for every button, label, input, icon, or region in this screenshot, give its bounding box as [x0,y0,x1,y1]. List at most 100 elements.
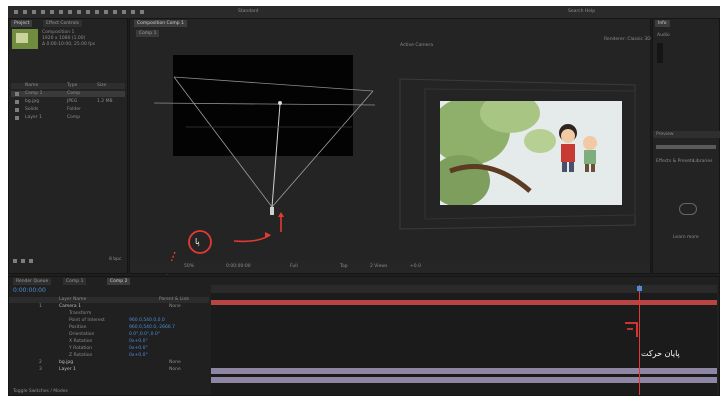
zoom-icon[interactable] [41,10,45,14]
project-item-name: bg.jpg [25,99,40,104]
comp-footer: 50% 0:00:00:00 Full Top 2 Views +0.0 [130,261,650,273]
annotation-arrow-up-head [278,212,284,217]
zoom-level[interactable]: 50% [184,264,194,270]
toggle-switches[interactable]: Toggle Switches / Modes [13,389,68,395]
project-item[interactable]: Solids Folder [11,107,125,113]
view-3d-left[interactable]: Top [340,264,348,270]
roto-icon[interactable] [131,10,135,14]
audio-meter [657,43,663,63]
project-item-size: 1.2 MB [97,99,113,104]
layer-number: 1 [39,304,42,309]
selection-icon[interactable] [23,10,27,14]
rotate-icon[interactable] [50,10,54,14]
camera-icon[interactable] [270,207,274,215]
property-value[interactable]: 0x+0.0° [129,339,148,345]
preview-label[interactable]: Preview [656,132,674,138]
kid-face [583,136,597,150]
layer-parent[interactable]: None [169,304,181,310]
creative-cloud-icon [679,203,697,215]
brush-icon[interactable] [104,10,108,14]
tab-effect-controls[interactable]: Effect Controls [43,20,82,27]
libraries-label[interactable]: Libraries [693,159,712,165]
tab-render-queue[interactable]: Render Queue [13,278,52,285]
comp-timecode[interactable]: 0:00:00:00 [226,264,251,270]
exposure-offset[interactable]: +0.0 [410,264,421,270]
kid-shirt [584,150,596,164]
property-row[interactable]: Orientation 0.0°,0.0°,0.0° [9,332,209,338]
dolly-camera-icon[interactable] [77,10,81,14]
table-row[interactable]: 1 Camera 1 None [9,304,209,310]
property-value[interactable]: 0x+0.0° [129,353,148,359]
project-item[interactable]: Comp 1 Comp [11,91,125,97]
project-item-type: JPEG [67,99,78,104]
kid-leg-right [591,164,595,172]
layer-name[interactable]: Camera 1 [59,304,81,310]
property-label: Position [69,325,87,330]
eraser-icon[interactable] [122,10,126,14]
home-icon[interactable] [14,10,18,14]
col-name[interactable]: Name [25,83,38,89]
annotation-circle [188,230,212,254]
property-value[interactable]: 960.0,540.0,0.0 [129,318,165,324]
preview-controls[interactable] [656,145,716,149]
quality[interactable]: Full [290,264,298,270]
pan-camera-icon[interactable] [68,10,72,14]
project-thumbnail [12,29,38,49]
bpc-label[interactable]: 8 bpc [109,257,121,263]
audio-label: Audio [657,33,670,38]
puppet-icon[interactable] [140,10,144,14]
table-row[interactable]: 3 Layer 1 None [9,367,209,373]
col-size[interactable]: Size [97,83,106,89]
file-icon [15,92,19,96]
foliage-4 [524,129,556,153]
trash-icon[interactable] [29,259,33,263]
boy-leg-right [569,162,574,172]
file-icon [15,116,19,120]
tab-info[interactable]: Info [655,20,670,27]
new-folder-icon[interactable] [13,259,17,263]
property-value[interactable]: 0x+0.0° [129,346,148,352]
col-parent[interactable]: Parent & Link [159,297,189,303]
table-row[interactable]: 2 bg.jpg None [9,360,209,366]
view-layout[interactable]: 2 Views [370,264,387,270]
cc-learn-more[interactable]: Learn more [673,235,699,241]
property-label: Z Rotation [69,353,93,358]
hand-icon[interactable] [32,10,36,14]
property-value[interactable]: 0.0°,0.0°,0.0° [129,332,160,338]
search-help[interactable]: Search Help [568,9,595,15]
project-item[interactable]: bg.jpg JPEG 1.2 MB [11,99,125,105]
end-marker-shape [625,322,638,337]
type-icon[interactable] [95,10,99,14]
property-row[interactable]: Transform [9,311,209,317]
col-type[interactable]: Type [67,83,77,89]
property-row[interactable]: X Rotation 0x+0.0° [9,339,209,345]
layer-name[interactable]: Layer 1 [59,367,76,373]
timeline-panel: Render Queue Comp 1 Comp 2 0:00:00:00 La… [8,276,720,396]
property-value[interactable]: 960.0,540.0,-2666.7 [129,325,175,331]
pen-icon[interactable] [86,10,90,14]
kid-leg-left [585,164,589,172]
effects-presets-label[interactable]: Effects & Presets [656,159,694,165]
clone-icon[interactable] [113,10,117,14]
orbit-camera-icon[interactable] [59,10,63,14]
property-row[interactable]: Point of Interest 960.0,540.0,0.0 [9,318,209,324]
project-columns: Name Type Size [11,83,125,89]
point-of-interest[interactable] [278,101,282,105]
property-row[interactable]: Position 960.0,540.0,-2666.7 [9,325,209,331]
property-label: Point of Interest [69,318,105,323]
timeline-graph[interactable]: پایان حرکت [211,285,717,395]
layer-parent[interactable]: None [169,360,181,366]
layer-parent[interactable]: None [169,367,181,373]
property-row[interactable]: Y Rotation 0x+0.0° [9,346,209,352]
project-item[interactable]: Layer 1 Comp [11,115,125,121]
tab-project[interactable]: Project [11,20,33,27]
tab-timeline-comp-2[interactable]: Comp 2 [107,278,131,285]
new-comp-icon[interactable] [21,259,25,263]
timeline-timecode[interactable]: 0:00:00:00 [13,288,46,294]
col-layer-name[interactable]: Layer Name [59,297,86,303]
tab-timeline-comp-1[interactable]: Comp 1 [63,278,87,285]
layer-name[interactable]: bg.jpg [59,360,73,366]
workspace-label[interactable]: Standard [238,9,258,15]
toolbar: Standard Search Help [8,6,720,18]
property-row[interactable]: Z Rotation 0x+0.0° [9,353,209,359]
